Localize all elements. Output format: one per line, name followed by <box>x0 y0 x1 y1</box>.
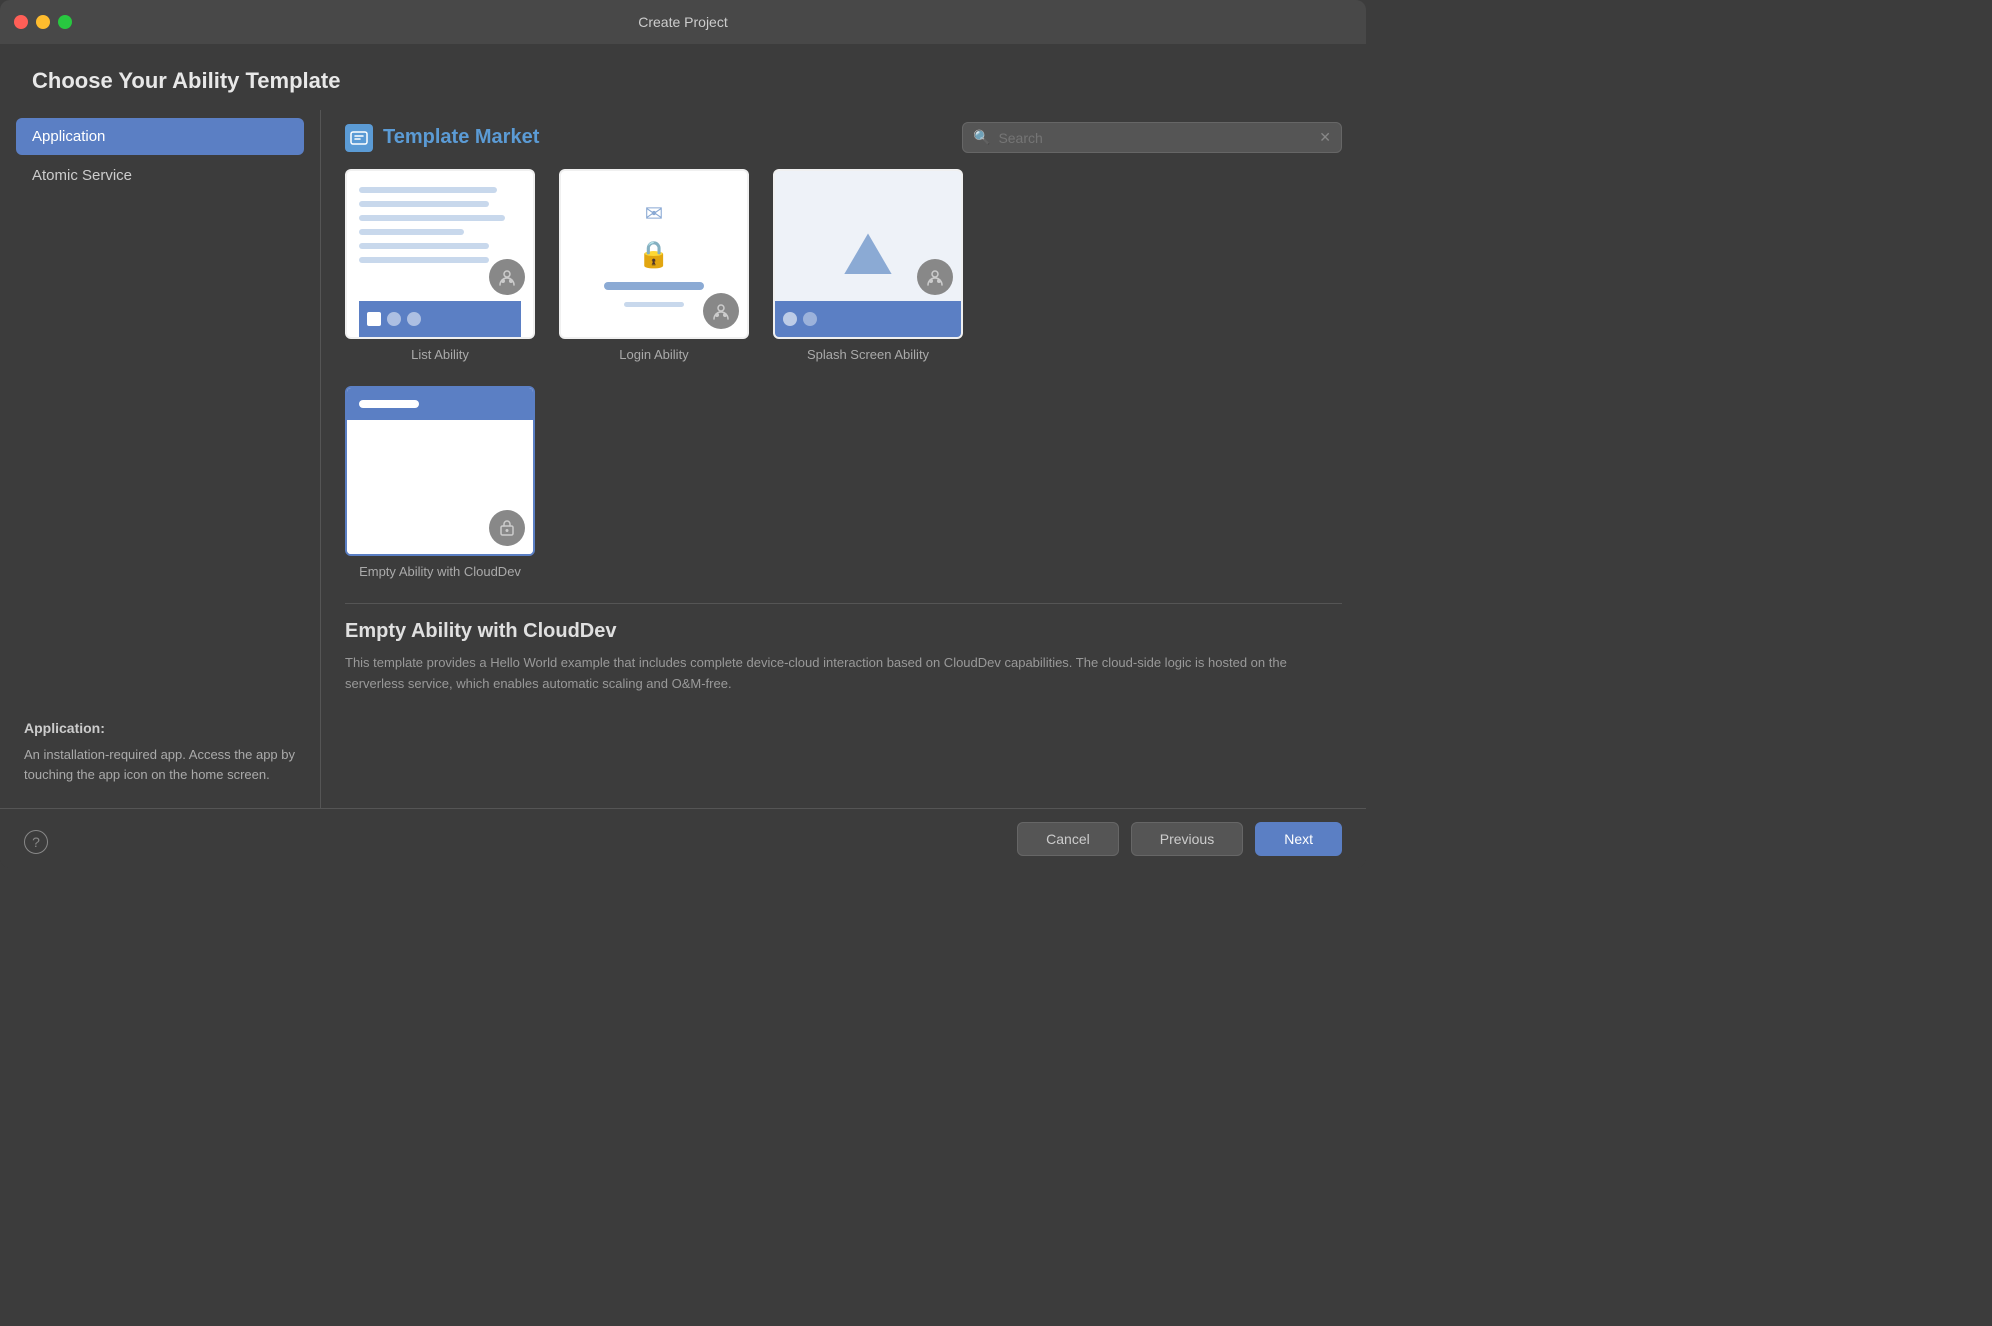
template-card-empty-clouddev[interactable]: Empty Ability with CloudDev <box>345 386 535 579</box>
template-preview-splash-screen: ⛰ <box>773 169 963 339</box>
traffic-lights <box>14 15 72 29</box>
sidebar-item-application[interactable]: Application <box>16 118 304 155</box>
help-icon[interactable]: ? <box>24 830 48 854</box>
previous-button[interactable]: Previous <box>1131 822 1243 856</box>
template-preview-list-ability <box>345 169 535 339</box>
window: Create Project Choose Your Ability Templ… <box>0 0 1366 868</box>
title-bar: Create Project <box>0 0 1366 44</box>
description-text: An installation-required app. Access the… <box>24 745 296 784</box>
template-label-empty-clouddev: Empty Ability with CloudDev <box>359 564 521 579</box>
sidebar-description: Application: An installation-required ap… <box>16 702 304 800</box>
footer: ? Cancel Previous Next <box>0 808 1366 868</box>
cancel-button[interactable]: Cancel <box>1017 822 1119 856</box>
list-preview <box>347 171 533 337</box>
login-avatar-badge <box>703 293 739 329</box>
template-preview-login-ability: ✉ 🔒 <box>559 169 749 339</box>
splash-mountain-icon: ⛰ <box>843 224 893 284</box>
header-section: Choose Your Ability Template <box>0 44 1366 110</box>
template-preview-empty-clouddev <box>345 386 535 556</box>
minimize-button[interactable] <box>36 15 50 29</box>
close-button[interactable] <box>14 15 28 29</box>
template-label-login-ability: Login Ability <box>619 347 688 362</box>
login-bar <box>604 282 704 290</box>
login-small-bar <box>624 302 684 307</box>
sidebar: Application Atomic Service Application: … <box>0 110 320 808</box>
main-layout: Application Atomic Service Application: … <box>0 110 1366 808</box>
empty-top-bar-title <box>359 400 419 408</box>
splash-bottom-bar <box>775 301 961 337</box>
list-avatar-badge <box>489 259 525 295</box>
window-title: Create Project <box>638 14 727 30</box>
description-title: Application: <box>24 718 296 739</box>
template-label-splash-screen: Splash Screen Ability <box>807 347 929 362</box>
template-card-login-ability[interactable]: ✉ 🔒 <box>559 169 749 362</box>
splash-preview: ⛰ <box>775 171 961 337</box>
template-card-list-ability[interactable]: List Ability <box>345 169 535 362</box>
content-header: Template Market 🔍 ✕ <box>345 110 1342 169</box>
search-clear-icon[interactable]: ✕ <box>1319 129 1331 146</box>
search-box[interactable]: 🔍 ✕ <box>962 122 1342 153</box>
template-label-list-ability: List Ability <box>411 347 469 362</box>
market-icon <box>345 124 373 152</box>
splash-avatar-badge <box>917 259 953 295</box>
template-card-splash-screen[interactable]: ⛰ <box>773 169 963 362</box>
empty-top-bar <box>347 388 533 420</box>
maximize-button[interactable] <box>58 15 72 29</box>
templates-row-1: List Ability ✉ 🔒 <box>345 169 1342 362</box>
clouddev-avatar-badge <box>489 510 525 546</box>
templates-grid: List Ability ✉ 🔒 <box>345 169 1342 808</box>
search-icon: 🔍 <box>973 129 990 146</box>
next-button[interactable]: Next <box>1255 822 1342 856</box>
content-area: Template Market 🔍 ✕ <box>321 110 1366 808</box>
page-title: Choose Your Ability Template <box>32 68 340 93</box>
selected-desc-text: This template provides a Hello World exa… <box>345 653 1342 695</box>
templates-row-2: Empty Ability with CloudDev <box>345 386 1342 579</box>
selected-desc-title: Empty Ability with CloudDev <box>345 620 1342 643</box>
market-title: Template Market <box>345 124 539 152</box>
login-email-icon: ✉ <box>645 201 663 227</box>
search-input[interactable] <box>998 130 1311 146</box>
login-lock-icon: 🔒 <box>638 239 670 270</box>
selected-description: Empty Ability with CloudDev This templat… <box>345 603 1342 703</box>
sidebar-item-atomic-service[interactable]: Atomic Service <box>16 157 304 194</box>
